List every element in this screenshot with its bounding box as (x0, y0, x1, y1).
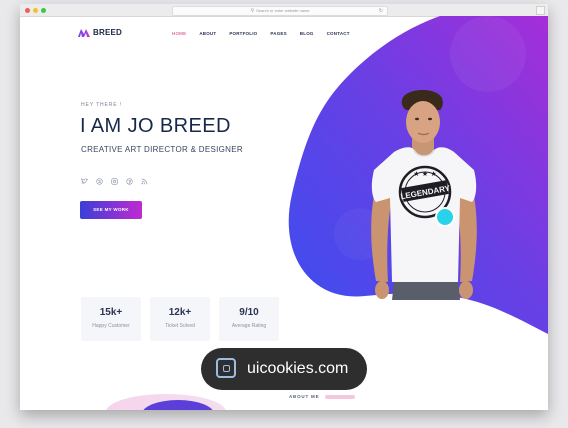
pinterest-icon[interactable] (126, 172, 133, 185)
stat-label: Happy Customer (92, 323, 130, 329)
browser-window: ⚲ Search or enter website name ↻ BREED HO… (20, 4, 548, 410)
hero-person-image: LEGENDARY ★ ★ ★ (371, 89, 477, 300)
twitter-icon[interactable] (81, 172, 89, 184)
uicookies-watermark: uicookies.com (201, 348, 367, 390)
stat-label: Average Rating (231, 323, 267, 329)
nav-item-about[interactable]: ABOUT (199, 31, 216, 36)
skype-icon[interactable] (96, 172, 103, 185)
nav-item-pages[interactable]: PAGES (270, 31, 286, 36)
about-me-label: ABOUT ME (289, 394, 320, 399)
brand-logo[interactable]: BREED (78, 28, 122, 37)
nav-item-home[interactable]: HOME (172, 31, 186, 36)
hero-greeting: HEY THERE ! (81, 102, 123, 108)
nav-item-portfolio[interactable]: PORTFOLIO (229, 31, 257, 36)
stat-card-tickets: 12k+ Ticket Solved (150, 297, 210, 341)
social-links (81, 172, 156, 185)
hero-title: I AM JO BREED (80, 115, 231, 137)
svg-text:★ ★ ★: ★ ★ ★ (413, 170, 436, 178)
stat-value: 9/10 (239, 307, 259, 318)
stat-value: 15k+ (99, 307, 123, 318)
instagram-icon[interactable] (111, 172, 118, 185)
hero-subtitle: CREATIVE ART DIRECTOR & DESIGNER (81, 145, 243, 154)
brand-logo-icon (78, 28, 90, 37)
bottom-decorative-blob (106, 394, 226, 410)
brand-name: BREED (93, 28, 123, 37)
uicookies-logo-icon (216, 358, 236, 378)
nav-item-contact[interactable]: CONTACT (327, 31, 350, 36)
about-underline (325, 395, 355, 399)
stat-card-customers: 15k+ Happy Customer (81, 297, 141, 341)
stat-card-rating: 9/10 Average Rating (219, 297, 279, 341)
main-nav: HOME ABOUT PORTFOLIO PAGES BLOG CONTACT (172, 31, 363, 36)
see-my-work-button[interactable]: SEE MY WORK (80, 201, 142, 219)
rss-icon[interactable] (141, 172, 148, 185)
stat-value: 12k+ (168, 307, 192, 318)
watermark-text: uicookies.com (247, 360, 349, 377)
stat-label: Ticket Solved (165, 323, 195, 329)
nav-item-blog[interactable]: BLOG (300, 31, 314, 36)
